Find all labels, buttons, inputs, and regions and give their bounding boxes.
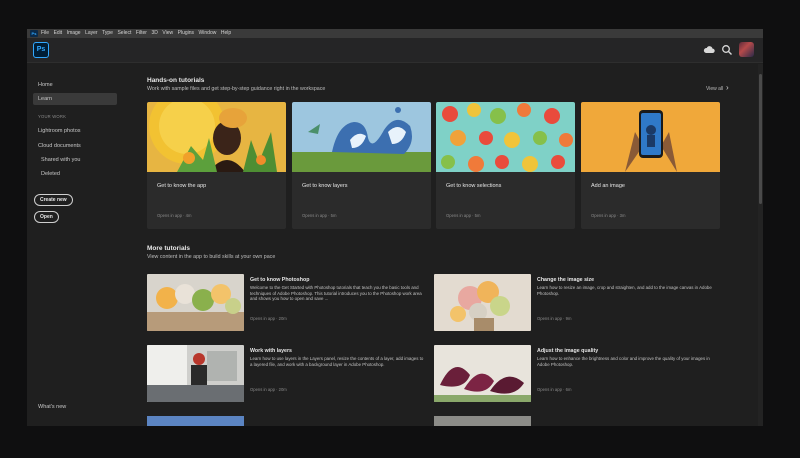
- card-image-fruits: [436, 102, 575, 172]
- avatar[interactable]: [739, 42, 754, 57]
- menu-select[interactable]: Select: [117, 29, 131, 38]
- hands-on-subtitle: Work with sample files and get step-by-s…: [147, 86, 326, 92]
- tutorial-image-partial: [147, 416, 244, 426]
- photoshop-logo[interactable]: Ps: [33, 42, 49, 58]
- learn-content: Hands-on tutorials Work with sample file…: [125, 64, 759, 426]
- photoshop-window: Ps File Edit Image Layer Type Select Fil…: [27, 29, 763, 426]
- tutorial-meta: Opens in app · 20m: [250, 387, 287, 392]
- tutorial-description: Learn how to resize an image, crop and s…: [537, 285, 712, 296]
- tutorial-meta: Opens in app · 9m: [537, 316, 572, 321]
- sidebar: Home Learn YOUR WORK Lightroom photos Cl…: [27, 64, 125, 426]
- menu-type[interactable]: Type: [102, 29, 113, 38]
- app-header: Ps: [27, 38, 763, 63]
- open-button[interactable]: Open: [34, 211, 59, 223]
- sidebar-section-your-work: YOUR WORK: [38, 114, 67, 119]
- app-icon: Ps: [30, 30, 38, 37]
- tutorial-image-flowers: [147, 274, 244, 331]
- menu-bar: Ps File Edit Image Layer Type Select Fil…: [27, 29, 763, 38]
- tutorial-list-item[interactable]: Adjust the image quality Learn how to en…: [434, 345, 724, 402]
- menu-edit[interactable]: Edit: [54, 29, 63, 38]
- sidebar-item-deleted[interactable]: Deleted: [41, 171, 60, 177]
- menu-image[interactable]: Image: [67, 29, 81, 38]
- more-tutorials-title: More tutorials: [147, 245, 190, 252]
- scrollbar-thumb[interactable]: [759, 74, 762, 204]
- whats-new-link[interactable]: What's new: [38, 404, 66, 410]
- tutorial-meta: Opens in app · 20m: [250, 316, 287, 321]
- card-meta: Opens in app · 3m: [591, 213, 626, 218]
- search-icon[interactable]: [721, 44, 733, 56]
- scrollbar[interactable]: [758, 64, 763, 426]
- tutorial-image-bouquet: [434, 274, 531, 331]
- cloud-icon[interactable]: [703, 44, 715, 56]
- menu-plugins[interactable]: Plugins: [178, 29, 194, 38]
- sidebar-item-learn[interactable]: Learn: [38, 96, 52, 102]
- card-image-butterflies: [292, 102, 431, 172]
- card-image-phone: [581, 102, 720, 172]
- menu-view[interactable]: View: [162, 29, 173, 38]
- hands-on-title: Hands-on tutorials: [147, 77, 205, 84]
- tutorial-card[interactable]: Get to know selections Opens in app · 5m: [436, 102, 575, 229]
- chevron-right-icon[interactable]: ›: [726, 83, 729, 92]
- tutorial-list-item[interactable]: Work with layers Learn how to use layers…: [147, 345, 437, 402]
- menu-window[interactable]: Window: [199, 29, 217, 38]
- more-tutorials-subtitle: View content in the app to build skills …: [147, 254, 276, 260]
- menu-3d[interactable]: 3D: [151, 29, 157, 38]
- view-all-link[interactable]: View all: [706, 86, 723, 92]
- tutorial-image-partial: [434, 416, 531, 426]
- tutorial-title: Work with layers: [250, 348, 292, 354]
- create-new-button[interactable]: Create new: [34, 194, 73, 206]
- tutorial-title: Get to know Photoshop: [250, 277, 310, 283]
- card-title: Add an image: [591, 183, 625, 189]
- sidebar-item-cloud-documents[interactable]: Cloud documents: [38, 143, 81, 149]
- menu-filter[interactable]: Filter: [136, 29, 147, 38]
- tutorial-card[interactable]: Get to know the app Opens in app · 4m: [147, 102, 286, 229]
- tutorial-title: Adjust the image quality: [537, 348, 599, 354]
- menu-layer[interactable]: Layer: [85, 29, 98, 38]
- card-title: Get to know the app: [157, 183, 207, 189]
- sidebar-item-lightroom[interactable]: Lightroom photos: [38, 128, 81, 134]
- tutorial-card[interactable]: Add an image Opens in app · 3m: [581, 102, 720, 229]
- card-meta: Opens in app · 5m: [446, 213, 481, 218]
- card-meta: Opens in app · 5m: [302, 213, 337, 218]
- sidebar-item-home[interactable]: Home: [38, 82, 53, 88]
- tutorial-list-item[interactable]: Change the image size Learn how to resiz…: [434, 274, 724, 331]
- menu-file[interactable]: File: [41, 29, 49, 38]
- tutorial-description: Welcome to the Get Started with Photosho…: [250, 285, 422, 302]
- menu-help[interactable]: Help: [221, 29, 231, 38]
- sidebar-item-shared[interactable]: Shared with you: [41, 157, 80, 163]
- card-title: Get to know selections: [446, 183, 502, 189]
- tutorial-image-callas: [434, 345, 531, 402]
- card-image-portrait: [147, 102, 286, 172]
- tutorial-meta: Opens in app · 6m: [537, 387, 572, 392]
- tutorial-image-workshop: [147, 345, 244, 402]
- card-title: Get to know layers: [302, 183, 348, 189]
- card-meta: Opens in app · 4m: [157, 213, 192, 218]
- tutorial-title: Change the image size: [537, 277, 595, 283]
- tutorial-description: Learn how to use layers in the Layers pa…: [250, 356, 424, 367]
- tutorial-description: Learn how to enhance the brightness and …: [537, 356, 710, 367]
- tutorial-card[interactable]: Get to know layers Opens in app · 5m: [292, 102, 431, 229]
- tutorial-list-item[interactable]: Get to know Photoshop Welcome to the Get…: [147, 274, 437, 331]
